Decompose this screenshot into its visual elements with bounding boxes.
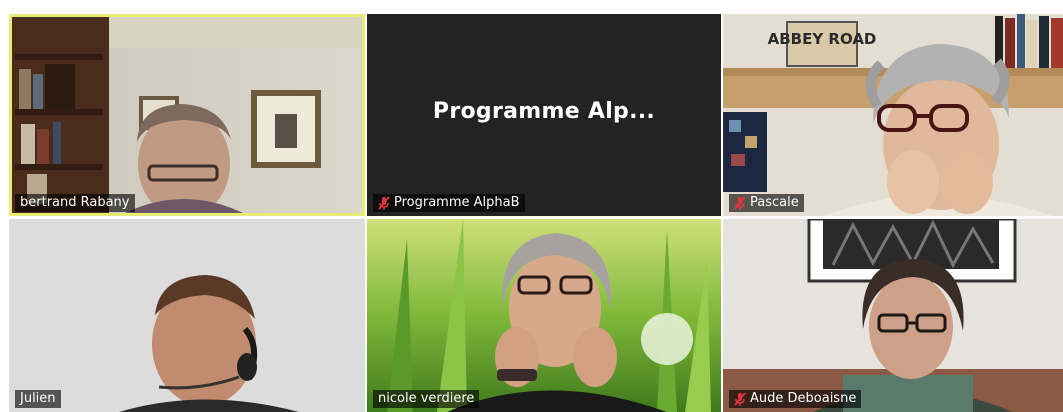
mic-muted-icon <box>734 195 746 210</box>
video-tile-julien[interactable]: Julien <box>9 219 365 412</box>
video-feed <box>9 219 365 412</box>
participant-name-tag: nicole verdiere <box>373 390 480 408</box>
video-tile-pascale[interactable]: ABBEY ROAD Pascale <box>723 14 1063 216</box>
mic-muted-icon <box>378 195 390 210</box>
participant-display-name: Programme Alp... <box>432 98 656 124</box>
video-grid: bertrand Rabany Programme Alp... Program… <box>0 0 1063 412</box>
participant-name: Programme AlphaB <box>394 195 520 210</box>
participant-name-tag: bertrand Rabany <box>15 194 135 212</box>
video-tile-nicole[interactable]: nicole verdiere <box>367 219 721 412</box>
video-tile-aude[interactable]: Aude Deboaisne <box>723 219 1063 412</box>
video-tile-programme-alphab[interactable]: Programme Alp... Programme AlphaB <box>367 14 721 216</box>
mic-muted-icon <box>734 391 746 406</box>
participant-name-tag: Programme AlphaB <box>373 194 525 212</box>
video-feed: ABBEY ROAD <box>723 14 1063 216</box>
participant-name: Pascale <box>750 195 799 210</box>
video-tile-bertrand[interactable]: bertrand Rabany <box>9 14 365 216</box>
participant-name: nicole verdiere <box>378 391 475 406</box>
record-sleeve-text: ABBEY ROAD <box>768 30 877 48</box>
participant-name-tag: Pascale <box>729 194 804 212</box>
video-feed <box>367 219 721 412</box>
participant-name: bertrand Rabany <box>20 195 130 210</box>
participant-name: Julien <box>20 391 56 406</box>
video-feed <box>9 14 365 216</box>
video-feed <box>723 219 1063 412</box>
participant-name-tag: Aude Deboaisne <box>729 390 862 408</box>
participant-name-tag: Julien <box>15 390 61 408</box>
participant-name: Aude Deboaisne <box>750 391 857 406</box>
